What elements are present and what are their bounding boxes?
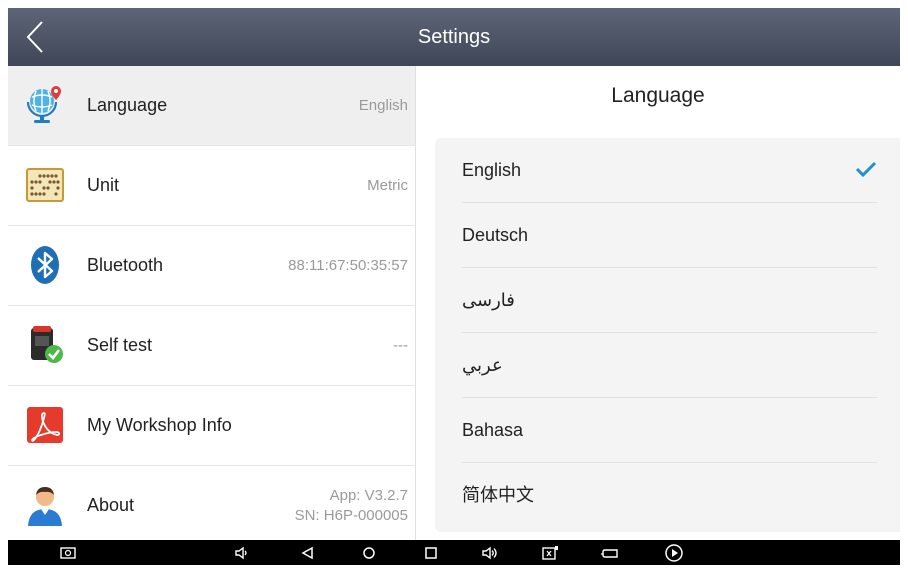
pdf-icon [27,407,63,443]
language-option-deutsch[interactable]: Deutsch [462,203,877,268]
language-option-bahasa[interactable]: Bahasa [462,398,877,463]
vci-connect-icon[interactable] [540,543,560,563]
settings-list: Language English Unit Metric Bluetooth 8… [8,66,416,546]
self-test-label: Self test [87,335,153,355]
bluetooth-label: Bluetooth [87,255,164,275]
about-label: About [87,495,135,515]
language-option-label: عربي [462,355,503,375]
globe-pin-icon [26,86,61,123]
settings-screen: Settings Language English Unit Metric Bl… [8,8,900,565]
screenshot-icon[interactable] [58,543,78,563]
serial-number: SN: H6P-000005 [294,507,408,524]
language-label: Language [87,95,168,115]
language-option-label: 简体中文 [462,485,534,505]
unit-label: Unit [87,175,120,195]
settings-item-self-test[interactable]: Self test --- [8,306,415,386]
workshop-info-label: My Workshop Info [87,415,232,435]
language-option-farsi[interactable]: فارسی [462,268,877,333]
language-option-label: فارسی [462,290,515,310]
title-bar: Settings [8,8,900,66]
back-nav-icon[interactable] [298,543,318,563]
language-value: English [358,97,408,114]
language-option-label: Deutsch [462,225,529,245]
language-options: English Deutsch فارسی عربي Bahasa 简体中文 [435,138,900,532]
system-nav-bar [8,540,900,565]
unit-value: Metric [367,177,408,194]
check-icon [855,161,877,178]
device-check-icon [31,326,63,363]
app-version: App: V3.2.7 [329,487,408,504]
self-test-value: --- [393,337,408,354]
settings-item-workshop-info[interactable]: My Workshop Info [8,386,415,466]
language-option-label: English [462,160,522,180]
page-title: Settings [417,26,491,48]
settings-item-about[interactable]: About App: V3.2.7 SN: H6P-000005 [8,466,415,546]
abacus-icon [26,168,64,202]
recent-apps-icon[interactable] [421,543,441,563]
language-panel: Language English Deutsch فارسی عربي Baha… [416,66,900,540]
language-panel-title: Language [611,84,705,107]
volume-up-icon[interactable] [480,543,500,563]
play-circle-icon[interactable] [664,543,684,563]
bluetooth-icon [31,246,59,284]
volume-down-icon[interactable] [232,543,252,563]
settings-item-unit[interactable]: Unit Metric [8,146,415,226]
vehicle-link-icon[interactable] [600,543,620,563]
settings-item-bluetooth[interactable]: Bluetooth 88:11:67:50:35:57 [8,226,415,306]
about-values: App: V3.2.7 SN: H6P-000005 [295,486,408,526]
settings-item-language[interactable]: Language English [8,66,415,146]
home-icon[interactable] [359,543,379,563]
language-option-arabic[interactable]: عربي [462,333,877,398]
bluetooth-value: 88:11:67:50:35:57 [288,257,408,274]
language-option-english[interactable]: English [462,138,877,203]
language-option-chinese[interactable]: 简体中文 [462,463,877,527]
language-option-label: Bahasa [462,420,524,440]
user-icon [28,487,62,526]
